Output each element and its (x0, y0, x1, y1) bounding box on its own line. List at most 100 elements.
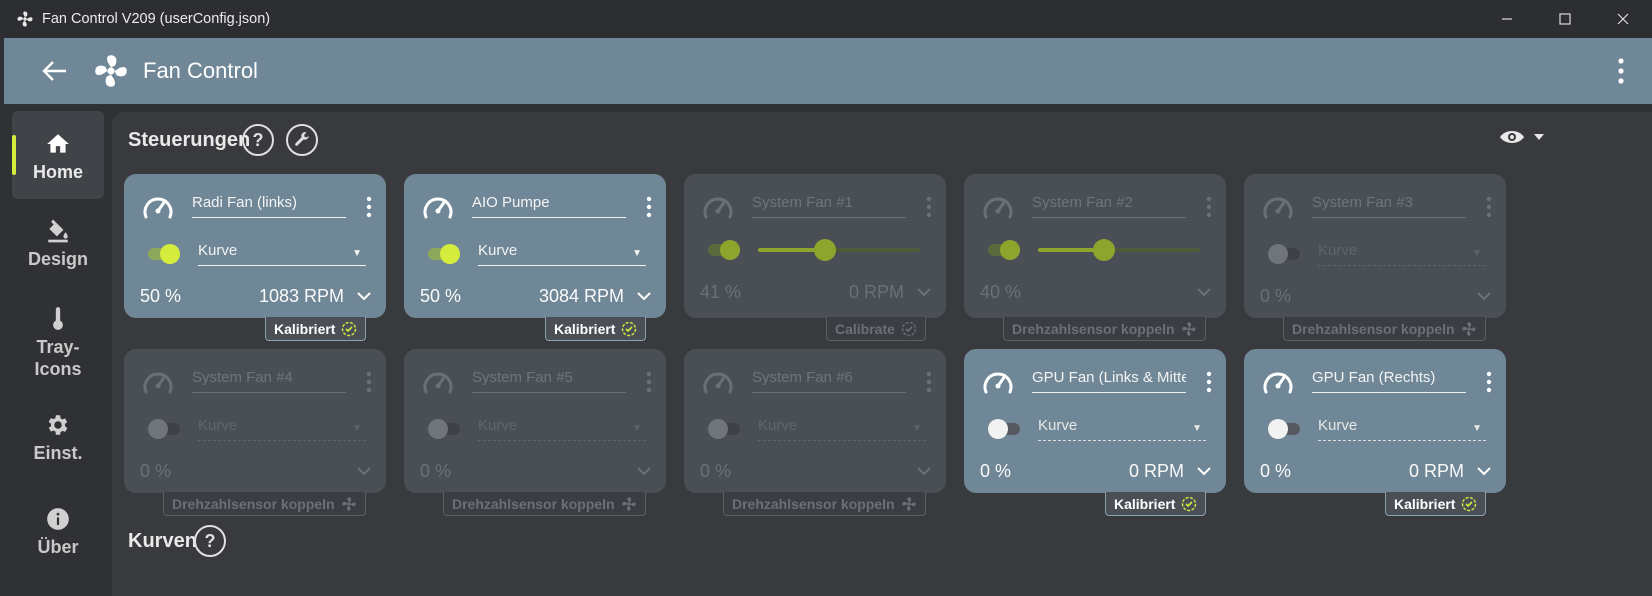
calibration-badge[interactable]: Calibrate (826, 317, 926, 341)
sidebar-item-label-line2: Icons (34, 359, 82, 379)
close-button[interactable] (1594, 0, 1652, 38)
sidebar-item-settings[interactable]: Einst. (12, 412, 104, 464)
fan-icon (1181, 321, 1196, 336)
calibration-badge[interactable]: Kalibriert (1105, 492, 1207, 516)
chevron-down-icon[interactable] (1476, 463, 1492, 479)
enable-toggle[interactable] (426, 242, 462, 266)
speed-slider[interactable] (758, 238, 920, 262)
sidebar-item-design[interactable]: Design (12, 218, 104, 270)
control-mode-select[interactable]: Kurve ▼ (198, 417, 366, 441)
fan-control-card[interactable]: Radi Fan (links) Kurve ▼ 50 % 1083 RPM (124, 174, 386, 318)
more-vertical-icon[interactable] (366, 371, 372, 393)
dropdown-arrow-icon: ▼ (912, 423, 922, 434)
calibration-badge[interactable]: Drehzahlsensor koppeln (163, 492, 366, 516)
calibration-badge[interactable]: Drehzahlsensor koppeln (1003, 317, 1206, 341)
tools-button[interactable] (286, 124, 318, 156)
badge-label: Drehzahlsensor koppeln (1292, 320, 1455, 337)
chevron-down-icon[interactable] (916, 463, 932, 479)
fan-name-field[interactable]: System Fan #2 (1032, 194, 1186, 218)
check-circle-icon (342, 321, 357, 336)
fan-control-card[interactable]: System Fan #1 41 % 0 RPM (684, 174, 946, 318)
fan-name-field[interactable]: GPU Fan (Rechts) (1312, 369, 1466, 393)
badge-label: Kalibriert (554, 320, 616, 337)
more-vertical-icon[interactable] (1206, 371, 1212, 393)
more-vertical-icon[interactable] (926, 196, 932, 218)
enable-toggle[interactable] (146, 242, 182, 266)
calibration-badge[interactable]: Drehzahlsensor koppeln (1283, 317, 1486, 341)
chevron-down-icon[interactable] (916, 284, 932, 300)
fan-icon (17, 11, 33, 27)
control-mode-select[interactable]: Kurve ▼ (198, 242, 366, 266)
more-vertical-icon[interactable] (1486, 196, 1492, 218)
more-vertical-icon[interactable] (1206, 196, 1212, 218)
back-button[interactable] (37, 53, 73, 89)
active-indicator (12, 135, 16, 175)
fan-name-field[interactable]: System Fan #6 (752, 369, 906, 393)
fan-control-card[interactable]: GPU Fan (Rechts) Kurve ▼ 0 % 0 RPM (1244, 349, 1506, 493)
fan-control-card[interactable]: System Fan #4 Kurve ▼ 0 % (124, 349, 386, 493)
more-vertical-icon[interactable] (1486, 371, 1492, 393)
chevron-down-icon[interactable] (636, 463, 652, 479)
chevron-down-icon[interactable] (1196, 284, 1212, 300)
control-mode-select[interactable]: Kurve ▼ (758, 417, 926, 441)
fan-control-card[interactable]: System Fan #6 Kurve ▼ 0 % (684, 349, 946, 493)
calibration-badge[interactable]: Kalibriert (1385, 492, 1487, 516)
sidebar-item-tray-icons[interactable]: Tray- Icons (12, 306, 104, 380)
chevron-down-icon[interactable] (636, 288, 652, 304)
chevron-down-icon[interactable] (1196, 463, 1212, 479)
fan-name-field[interactable]: AIO Pumpe (472, 194, 626, 218)
sidebar-item-label: Einst. (33, 443, 83, 463)
fan-control-card[interactable]: System Fan #2 40 % (964, 174, 1226, 318)
rpm-value: 0 RPM (848, 282, 904, 302)
enable-toggle[interactable] (426, 417, 462, 441)
fan-name-field[interactable]: System Fan #5 (472, 369, 626, 393)
calibration-badge[interactable]: Kalibriert (545, 317, 647, 341)
percent-value: 0 % (700, 461, 732, 481)
chevron-down-icon[interactable] (356, 288, 372, 304)
badge-label: Drehzahlsensor koppeln (452, 495, 615, 512)
enable-toggle[interactable] (146, 417, 182, 441)
more-vertical-icon[interactable] (926, 371, 932, 393)
more-vertical-icon[interactable] (646, 371, 652, 393)
enable-toggle[interactable] (706, 417, 742, 441)
fan-name-field[interactable]: System Fan #3 (1312, 194, 1466, 218)
fan-control-card[interactable]: GPU Fan (Links & Mitte) Kurve ▼ 0 % 0 RPM (964, 349, 1226, 493)
maximize-button[interactable] (1536, 0, 1594, 38)
arrow-left-icon (42, 61, 66, 81)
dropdown-arrow-icon: ▼ (1192, 423, 1202, 434)
control-mode-select[interactable]: Kurve ▼ (1318, 242, 1486, 266)
visibility-toggle[interactable] (1498, 124, 1550, 150)
control-mode-select[interactable]: Kurve ▼ (1318, 417, 1486, 441)
fan-name-field[interactable]: System Fan #1 (752, 194, 906, 218)
speed-slider[interactable] (1038, 238, 1200, 262)
enable-toggle[interactable] (706, 238, 742, 262)
more-vertical-icon[interactable] (366, 196, 372, 218)
dropdown-arrow-icon: ▼ (1472, 423, 1482, 434)
fan-name-field[interactable]: GPU Fan (Links & Mitte) (1032, 369, 1186, 393)
more-vertical-icon[interactable] (1616, 56, 1626, 86)
fan-name-field[interactable]: System Fan #4 (192, 369, 346, 393)
chevron-down-icon[interactable] (356, 463, 372, 479)
calibration-badge[interactable]: Drehzahlsensor koppeln (723, 492, 926, 516)
control-mode-select[interactable]: Kurve ▼ (478, 417, 646, 441)
control-mode-select[interactable]: Kurve ▼ (478, 242, 646, 266)
sidebar-item-about[interactable]: Über (12, 506, 104, 558)
curves-help-button[interactable]: ? (194, 525, 226, 557)
chevron-down-icon[interactable] (1476, 288, 1492, 304)
fan-control-card[interactable]: System Fan #3 Kurve ▼ 0 % (1244, 174, 1506, 318)
help-button[interactable]: ? (242, 124, 274, 156)
fan-control-card[interactable]: System Fan #5 Kurve ▼ 0 % (404, 349, 666, 493)
calibration-badge[interactable]: Kalibriert (265, 317, 367, 341)
more-vertical-icon[interactable] (646, 196, 652, 218)
dropdown-arrow-icon: ▼ (1472, 248, 1482, 259)
enable-toggle[interactable] (986, 417, 1022, 441)
fan-control-card[interactable]: AIO Pumpe Kurve ▼ 50 % 3084 RPM (404, 174, 666, 318)
enable-toggle[interactable] (1266, 242, 1302, 266)
fan-name-field[interactable]: Radi Fan (links) (192, 194, 346, 218)
enable-toggle[interactable] (1266, 417, 1302, 441)
sidebar-item-home[interactable]: Home (12, 111, 104, 199)
minimize-button[interactable] (1478, 0, 1536, 38)
calibration-badge[interactable]: Drehzahlsensor koppeln (443, 492, 646, 516)
enable-toggle[interactable] (986, 238, 1022, 262)
control-mode-select[interactable]: Kurve ▼ (1038, 417, 1206, 441)
